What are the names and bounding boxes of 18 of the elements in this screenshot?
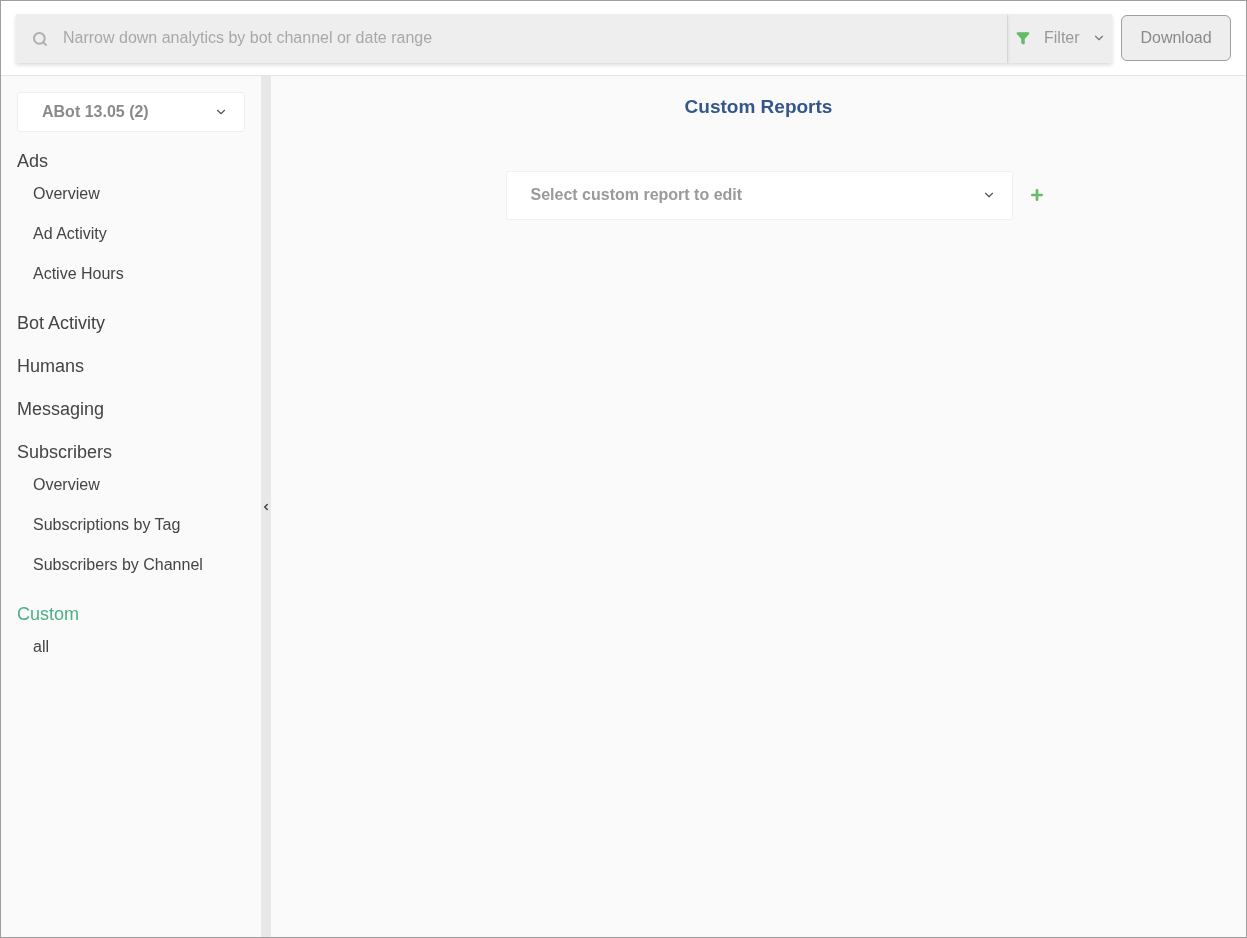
- sidebar-item[interactable]: Overview: [33, 184, 245, 204]
- sidebar-section[interactable]: Messaging: [17, 398, 245, 420]
- sidebar-item[interactable]: Ad Activity: [33, 224, 245, 244]
- sidebar-section[interactable]: Humans: [17, 355, 245, 377]
- sidebar-item[interactable]: Overview: [33, 475, 245, 495]
- sidebar-item[interactable]: Subscribers by Channel: [33, 555, 245, 575]
- add-button[interactable]: [1028, 187, 1045, 203]
- sidebar-item[interactable]: Subscriptions by Tag: [33, 515, 245, 535]
- sidebar-section[interactable]: Subscribers: [17, 441, 245, 463]
- plus-icon: [1028, 187, 1045, 203]
- filter-icon: [1016, 31, 1030, 45]
- search-field[interactable]: Narrow down analytics by bot channel or date range: [16, 13, 1007, 63]
- sidebar-item[interactable]: Active Hours: [33, 264, 245, 284]
- page-title: Custom Reports: [684, 95, 833, 119]
- search-icon: [32, 30, 48, 47]
- sidebar-item[interactable]: all: [33, 637, 245, 657]
- sidebar-section[interactable]: Bot Activity: [17, 312, 245, 334]
- sidebar-section[interactable]: Ads: [17, 150, 245, 172]
